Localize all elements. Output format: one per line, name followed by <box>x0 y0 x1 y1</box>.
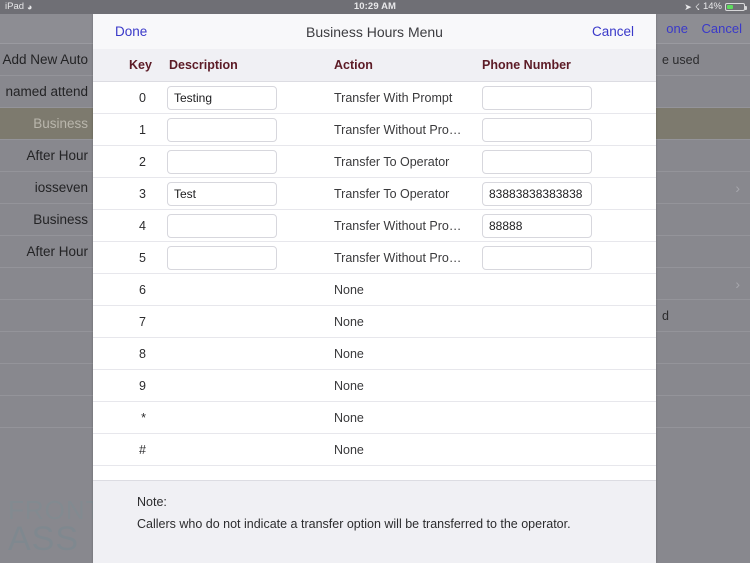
chevron-right-icon: › <box>735 179 740 196</box>
table-row: 8 None <box>93 338 656 370</box>
background-list-item-detail: e used <box>662 53 700 67</box>
background-list-item-label: iosseven <box>34 180 88 195</box>
clock-label: 10:29 AM <box>353 1 397 12</box>
action-value[interactable]: None <box>334 443 364 457</box>
description-input[interactable] <box>167 214 277 238</box>
table-row: 3 Test Transfer To Operator 83883838383838 <box>93 178 656 210</box>
action-value[interactable]: None <box>334 347 364 361</box>
cell-key: 0 <box>139 91 146 105</box>
table-row: 4 Transfer Without Pro… 88888 <box>93 210 656 242</box>
battery-charging-icon <box>725 3 747 11</box>
background-list-item-label: named attend <box>5 84 88 99</box>
cell-key: 9 <box>139 379 146 393</box>
description-input[interactable]: Test <box>167 182 277 206</box>
status-bar: iPad ◕ 10:29 AM ➤ ☇ 14% <box>0 0 750 14</box>
column-header-action: Action <box>334 58 373 72</box>
table-row: 7 None <box>93 306 656 338</box>
background-list-item-label: After Hour <box>26 244 88 259</box>
phone-number-input[interactable] <box>482 118 592 142</box>
table-row: 2 Transfer To Operator <box>93 146 656 178</box>
table-row: * None <box>93 402 656 434</box>
background-cancel-button[interactable]: Cancel <box>702 21 742 36</box>
ipad-screen: Front O one Cancel Add New Autoe usednam… <box>0 0 750 563</box>
chevron-right-icon: › <box>735 275 740 292</box>
action-value[interactable]: Transfer Without Pro… <box>334 251 461 265</box>
phone-number-input[interactable]: 83883838383838 <box>482 182 592 206</box>
note-body: Callers who do not indicate a transfer o… <box>137 517 571 531</box>
action-value[interactable]: Transfer To Operator <box>334 187 449 201</box>
cell-key: # <box>139 443 146 457</box>
cell-key: 6 <box>139 283 146 297</box>
description-input[interactable] <box>167 118 277 142</box>
action-value[interactable]: Transfer Without Pro… <box>334 219 461 233</box>
cell-key: 3 <box>139 187 146 201</box>
note-title: Note: <box>137 495 167 509</box>
phone-number-input[interactable]: 88888 <box>482 214 592 238</box>
cell-key: 5 <box>139 251 146 265</box>
description-input[interactable]: Testing <box>167 86 277 110</box>
table-row: 1 Transfer Without Pro… <box>93 114 656 146</box>
cell-key: 1 <box>139 123 146 137</box>
description-input[interactable] <box>167 246 277 270</box>
business-hours-menu-modal: Done Business Hours Menu Cancel Key Desc… <box>93 14 656 563</box>
background-list-item-label: After Hour <box>26 148 88 163</box>
modal-title: Business Hours Menu <box>306 23 443 40</box>
action-value[interactable]: Transfer To Operator <box>334 155 449 169</box>
modal-header: Done Business Hours Menu Cancel <box>93 14 656 49</box>
background-list-item-label: Business <box>33 212 88 227</box>
action-value[interactable]: None <box>334 283 364 297</box>
table-row: 9 None <box>93 370 656 402</box>
background-list-item-label: Business <box>33 116 88 131</box>
table-row: 6 None <box>93 274 656 306</box>
cell-key: 8 <box>139 347 146 361</box>
menu-key-table: 0 Testing Transfer With Prompt 1 Transfer Wi… <box>93 82 656 466</box>
column-header-phone-number: Phone Number <box>482 58 571 72</box>
location-arrow-icon: ➤ <box>684 1 692 12</box>
action-value[interactable]: None <box>334 379 364 393</box>
background-list-item-label: Add New Auto <box>2 52 88 67</box>
action-value[interactable]: None <box>334 411 364 425</box>
cancel-button[interactable]: Cancel <box>592 24 634 39</box>
table-row: # None <box>93 434 656 466</box>
note-section: Note: Callers who do not indicate a tran… <box>93 480 656 563</box>
table-row: 0 Testing Transfer With Prompt <box>93 82 656 114</box>
cell-key: 7 <box>139 315 146 329</box>
column-header-key: Key <box>129 58 152 72</box>
background-done-button[interactable]: one <box>666 21 688 36</box>
cell-key: * <box>141 411 146 425</box>
table-row: 5 Transfer Without Pro… <box>93 242 656 274</box>
battery-percent-label: 14% <box>702 1 722 12</box>
action-value[interactable]: None <box>334 315 364 329</box>
cell-key: 2 <box>139 155 146 169</box>
column-header-description: Description <box>169 58 238 72</box>
bluetooth-icon: ☇ <box>694 1 700 12</box>
cell-key: 4 <box>139 219 146 233</box>
table-column-headers: Key Description Action Phone Number <box>93 49 656 82</box>
phone-number-input[interactable] <box>482 246 592 270</box>
phone-number-input[interactable] <box>482 86 592 110</box>
phone-number-input[interactable] <box>482 150 592 174</box>
action-value[interactable]: Transfer With Prompt <box>334 91 452 105</box>
status-bar-right: ➤ ☇ 14% <box>684 0 747 14</box>
action-value[interactable]: Transfer Without Pro… <box>334 123 461 137</box>
description-input[interactable] <box>167 150 277 174</box>
background-list-item-detail: d <box>662 309 669 323</box>
